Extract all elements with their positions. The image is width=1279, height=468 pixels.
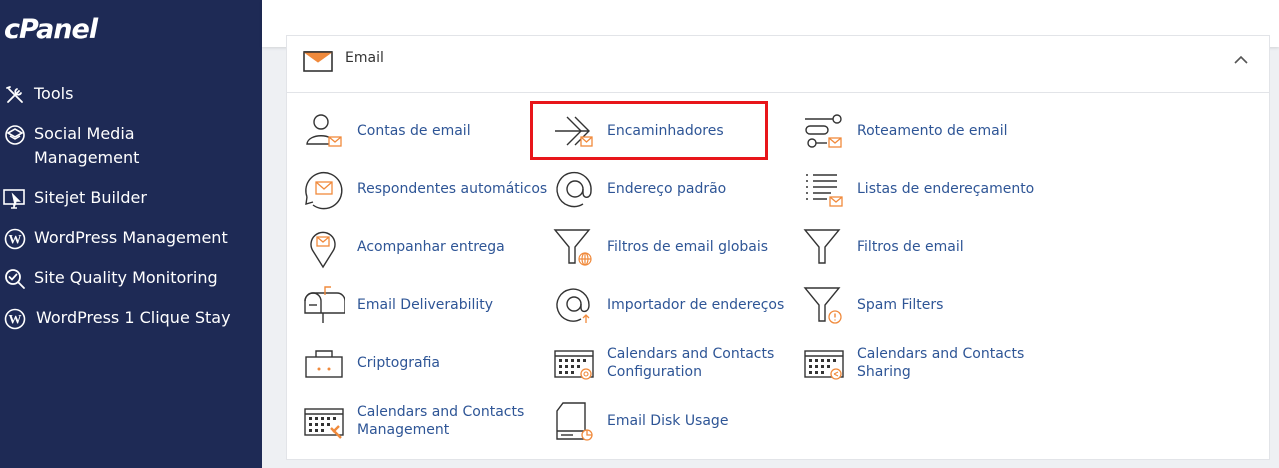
tool-email-accounts[interactable]: Contas de email — [301, 109, 471, 153]
calendar-config-icon — [551, 341, 595, 385]
tool-calendar-config[interactable]: Calendars and Contacts Configuration — [551, 341, 777, 385]
tool-email-filters[interactable]: Filtros de email — [801, 225, 964, 269]
autoresponders-icon — [301, 167, 345, 211]
sidebar-item-tools[interactable]: Tools — [0, 82, 262, 108]
email-routing-icon — [801, 109, 845, 153]
sidebar-item-wordpress-management[interactable]: W WordPress Management — [0, 226, 262, 252]
tool-email-routing[interactable]: Roteamento de email — [801, 109, 1008, 153]
svg-text:W: W — [9, 232, 22, 247]
mailing-lists-icon — [801, 167, 845, 211]
tool-label: Email Deliverability — [357, 297, 494, 313]
sidebar-item-label: Site Quality Monitoring — [34, 268, 218, 287]
envelope-icon — [303, 47, 333, 73]
social-media-icon — [2, 122, 28, 148]
tool-label: Calendars and Contacts Configuration — [607, 346, 775, 380]
tool-spam-filters[interactable]: Spam Filters — [801, 283, 943, 327]
sidebar-item-label: Social Media Management — [34, 124, 140, 167]
svg-text:W: W — [9, 312, 22, 327]
encryption-icon — [301, 341, 345, 385]
tools-icon — [2, 82, 28, 108]
wordpress-icon: W — [2, 306, 28, 332]
tool-label: Email Disk Usage — [607, 413, 729, 429]
tool-encryption[interactable]: Criptografia — [301, 341, 440, 385]
sidebar: cPanel Tools Social Media Management Sit… — [0, 0, 262, 468]
email-filters-icon — [801, 225, 845, 269]
tool-label: Importador de endereços — [607, 297, 785, 313]
tool-calendar-management[interactable]: Calendars and Contacts Management — [301, 399, 527, 443]
tool-disk-usage[interactable]: Email Disk Usage — [551, 399, 728, 443]
calendar-sharing-icon — [801, 341, 845, 385]
tool-label: Roteamento de email — [857, 123, 1008, 139]
sidebar-item-label: WordPress Management — [34, 228, 228, 247]
tool-label: Endereço padrão — [607, 181, 727, 197]
tool-label: Criptografia — [357, 355, 440, 371]
sidebar-item-label: Tools — [34, 84, 74, 103]
sidebar-item-sitejet[interactable]: Sitejet Builder — [0, 186, 262, 212]
tool-mailing-lists[interactable]: Listas de endereçamento — [801, 167, 1034, 211]
tool-label: Spam Filters — [857, 297, 944, 313]
tool-forwarders[interactable]: Encaminhadores — [551, 109, 724, 153]
tool-default-address[interactable]: Endereço padrão — [551, 167, 726, 211]
track-delivery-icon — [301, 225, 345, 269]
tool-global-filters[interactable]: Filtros de email globais — [551, 225, 768, 269]
site-quality-icon — [2, 266, 28, 292]
mailbox-icon — [301, 283, 346, 327]
forwarders-icon — [551, 109, 595, 153]
sidebar-item-site-quality[interactable]: Site Quality Monitoring — [0, 266, 262, 292]
sitejet-icon — [2, 186, 28, 212]
section-title: Email — [345, 50, 384, 66]
calendar-management-icon — [301, 399, 345, 443]
sidebar-item-social-media[interactable]: Social Media Management — [0, 122, 262, 170]
tool-track-delivery[interactable]: Acompanhar entrega — [301, 225, 505, 269]
tool-email-deliverability[interactable]: Email Deliverability — [301, 283, 493, 327]
global-filters-icon — [551, 225, 595, 269]
tool-label: Filtros de email globais — [607, 239, 769, 255]
tool-calendar-sharing[interactable]: Calendars and Contacts Sharing — [801, 341, 1027, 385]
chevron-up-icon[interactable] — [1233, 52, 1249, 68]
tool-label: Contas de email — [357, 123, 471, 139]
tool-label: Listas de endereçamento — [857, 181, 1035, 197]
tool-label: Filtros de email — [857, 239, 964, 255]
tool-label: Encaminhadores — [607, 123, 724, 139]
disk-usage-icon — [551, 399, 595, 443]
sidebar-item-wordpress-clique[interactable]: W WordPress 1 Clique Stay — [0, 306, 262, 332]
tool-autoresponders[interactable]: Respondentes automáticos — [301, 167, 547, 211]
tool-label: Calendars and Contacts Sharing — [857, 346, 1025, 380]
sidebar-item-label: WordPress 1 Clique Stay — [36, 308, 231, 327]
default-address-icon — [551, 167, 595, 211]
tool-label: Respondentes automáticos — [357, 181, 548, 197]
address-importer-icon — [551, 283, 595, 327]
tool-address-importer[interactable]: Importador de endereços — [551, 283, 784, 327]
tool-label: Acompanhar entrega — [357, 239, 505, 255]
tool-label: Calendars and Contacts Management — [357, 404, 525, 438]
cpanel-logo[interactable]: cPanel — [4, 14, 98, 45]
sidebar-item-label: Sitejet Builder — [34, 188, 147, 207]
email-accounts-icon — [301, 109, 345, 153]
spam-filters-icon — [801, 283, 845, 327]
wordpress-icon: W — [2, 226, 28, 252]
section-header[interactable]: Email — [287, 36, 1269, 93]
